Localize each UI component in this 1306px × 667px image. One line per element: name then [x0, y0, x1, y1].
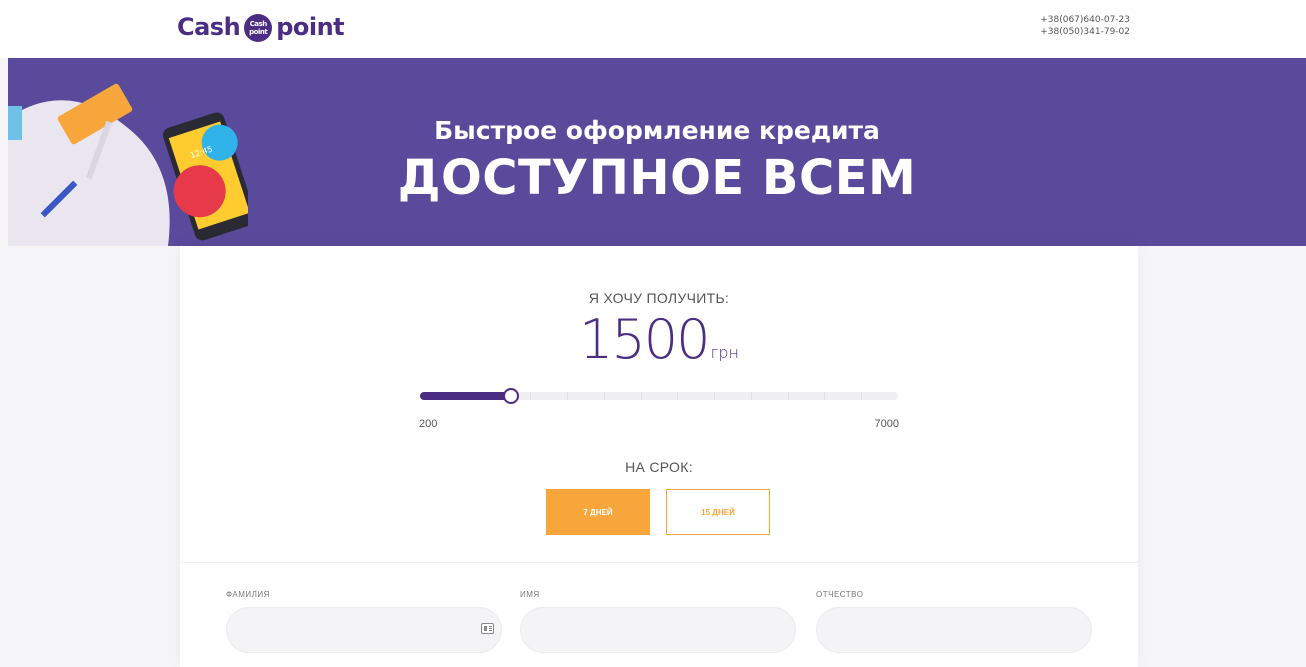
loan-calculator-card: Я ХОЧУ ПОЛУЧИТЬ: 1500 грн 200 7000 НА СРО…	[180, 246, 1138, 667]
surname-label: ФАМИЛИЯ	[226, 590, 270, 599]
contact-card-icon[interactable]	[481, 623, 494, 634]
amount-value: 1500	[579, 308, 710, 371]
slider-fill	[420, 392, 511, 400]
slider-tick	[604, 392, 605, 400]
slider-tick	[677, 392, 678, 400]
slider-thumb[interactable]	[503, 388, 519, 404]
logo-coin-icon: Cash point	[244, 14, 273, 42]
amount-display: 1500 грн	[180, 308, 1138, 371]
amount-slider[interactable]	[420, 386, 898, 406]
slider-min-label: 200	[419, 418, 438, 430]
term-label: НА СРОК:	[625, 459, 693, 475]
slider-tick	[861, 392, 862, 400]
patronymic-input[interactable]	[816, 607, 1092, 653]
banner-subtitle: Быстрое оформление кредита	[434, 116, 880, 145]
term-7-days-button[interactable]: 7 ДНЕЙ	[546, 489, 650, 535]
logo-text-point: point	[276, 13, 345, 41]
logo-coin-top: Cash	[249, 20, 268, 28]
header-phones: +38(067)640-07-23 +38(050)341-79-02	[1040, 14, 1130, 38]
slider-max-label: 7000	[874, 418, 899, 430]
amount-currency: грн	[710, 343, 739, 362]
banner-title: ДОСТУПНОЕ ВСЕМ	[397, 150, 917, 206]
slider-tick	[824, 392, 825, 400]
surname-input[interactable]	[226, 607, 502, 653]
patronymic-label: ОТЧЕСТВО	[816, 590, 864, 599]
slider-tick	[530, 392, 531, 400]
hero-banner: 12:45 Быстрое оформление кредита ДОСТУПН…	[8, 58, 1306, 246]
name-label: ИМЯ	[520, 590, 540, 599]
site-header: Cash Cash point point +38(067)640-07-23 …	[0, 0, 1306, 58]
slider-tick	[751, 392, 752, 400]
phone-number-2[interactable]: +38(050)341-79-02	[1040, 26, 1130, 38]
logo-text-cash: Cash	[177, 13, 241, 41]
slider-tick	[641, 392, 642, 400]
section-divider	[180, 562, 1138, 563]
slider-tick	[714, 392, 715, 400]
name-input[interactable]	[520, 607, 796, 653]
term-15-days-button[interactable]: 15 ДНЕЙ	[666, 489, 770, 535]
slider-tick	[788, 392, 789, 400]
logo-coin-bottom: point	[249, 28, 268, 36]
phone-number-1[interactable]: +38(067)640-07-23	[1040, 14, 1130, 26]
logo[interactable]: Cash Cash point point	[177, 12, 345, 42]
want-label: Я ХОЧУ ПОЛУЧИТЬ:	[588, 290, 730, 306]
slider-tick	[567, 392, 568, 400]
